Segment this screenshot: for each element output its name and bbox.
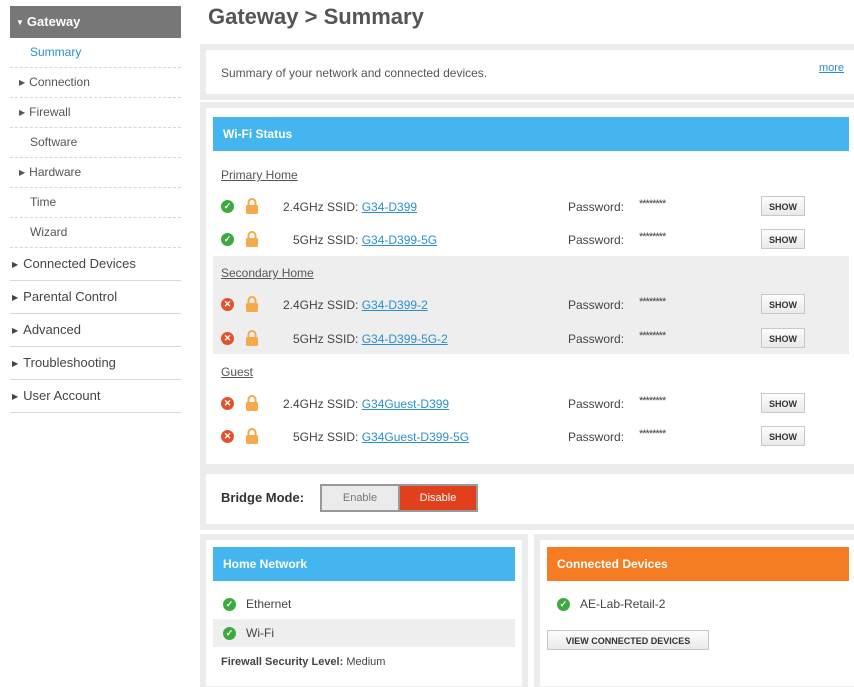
sidebar-header-label: Gateway [26,14,81,29]
wifi-row: ✕ 2.4GHz SSID: G34Guest-D399 Password: *… [221,393,841,415]
check-circle-icon: ✓ [223,627,236,640]
sidebar-item-firewall[interactable]: ▶ Firewall [10,98,181,128]
sidebar-gateway-header[interactable]: ▼ Gateway [10,6,181,38]
password-label: Password: [568,233,625,247]
ssid-link[interactable]: G34-D399-5G [362,233,437,247]
sidebar-item-summary[interactable]: Summary [10,38,181,68]
sidebar-item-software[interactable]: Software [10,128,181,158]
lock-icon [246,296,258,312]
sidebar-item-connected-devices[interactable]: ▶ Connected Devices [10,248,181,281]
wifi-row: ✕ 5GHz SSID: G34-D399-5G-2 Password: ***… [221,328,841,350]
status-row-ethernet: ✓ Ethernet [213,590,515,618]
ssid-link[interactable]: G34-D399 [362,200,417,214]
bridge-mode-label: Bridge Mode: [221,490,305,505]
ssid-link[interactable]: G34Guest-D399 [362,397,449,411]
view-connected-devices-button[interactable]: VIEW CONNECTED DEVICES [547,630,709,650]
wifi-row: ✓ 5GHz SSID: G34-D399-5G Password: *****… [221,229,841,251]
show-password-button[interactable]: SHOW [761,196,805,216]
caret-right-icon: ▶ [12,260,19,269]
password-label: Password: [568,332,625,346]
caret-right-icon: ▶ [19,108,26,117]
lock-icon [246,330,258,346]
wifi-row: ✓ 2.4GHz SSID: G34-D399 Password: ******… [221,196,841,218]
password-value: ******** [639,231,666,243]
wifi-row: ✕ 5GHz SSID: G34Guest-D399-5G Password: … [221,426,841,448]
bridge-mode-toggle: Enable Disable [320,484,478,512]
password-value: ******** [639,296,666,308]
x-circle-icon: ✕ [221,332,234,345]
lock-icon [246,198,258,214]
wifi-row: ✕ 2.4GHz SSID: G34-D399-2 Password: ****… [221,294,841,316]
caret-right-icon: ▶ [12,293,19,302]
x-circle-icon: ✕ [221,397,234,410]
show-password-button[interactable]: SHOW [761,229,805,249]
sidebar-item-connection[interactable]: ▶ Connection [10,68,181,98]
x-circle-icon: ✕ [221,298,234,311]
summary-panel: Summary of your network and connected de… [206,50,854,94]
section-title-secondary-home: Secondary Home [221,266,314,280]
section-title-guest: Guest [221,365,254,379]
lock-icon [246,428,258,444]
status-row-wifi: ✓ Wi-Fi [213,619,515,647]
sidebar-item-wizard[interactable]: Wizard [10,218,181,248]
device-row: ✓ AE-Lab-Retail-2 [547,590,849,618]
check-circle-icon: ✓ [557,598,570,611]
summary-text: Summary of your network and connected de… [221,66,488,80]
password-value: ******** [639,198,666,210]
ssid-link[interactable]: G34-D399-5G-2 [362,332,448,346]
check-circle-icon: ✓ [221,200,234,213]
bridge-disable-button[interactable]: Disable [400,486,476,510]
show-password-button[interactable]: SHOW [761,393,805,413]
caret-right-icon: ▶ [19,78,26,87]
password-value: ******** [639,428,666,440]
firewall-level-value: Medium [346,656,386,668]
caret-down-icon: ▼ [16,18,24,27]
password-label: Password: [568,397,625,411]
password-label: Password: [568,430,625,444]
show-password-button[interactable]: SHOW [761,426,805,446]
lock-icon [246,231,258,247]
sidebar-item-advanced[interactable]: ▶ Advanced [10,314,181,347]
sidebar-item-time[interactable]: Time [10,188,181,218]
lock-icon [246,395,258,411]
caret-right-icon: ▶ [12,359,19,368]
show-password-button[interactable]: SHOW [761,328,805,348]
page-title: Gateway > Summary [208,4,424,29]
section-title-primary-home: Primary Home [221,168,298,182]
ssid-link[interactable]: G34Guest-D399-5G [362,430,469,444]
check-circle-icon: ✓ [221,233,234,246]
check-circle-icon: ✓ [223,598,236,611]
ssid-link[interactable]: G34-D399-2 [362,298,428,312]
home-network-panel: Home Network ✓ Ethernet ✓ Wi-Fi Firewall… [206,540,522,686]
show-password-button[interactable]: SHOW [761,294,805,314]
password-value: ******** [639,330,666,342]
wifi-status-header: Wi-Fi Status [213,117,849,151]
password-label: Password: [568,298,625,312]
password-value: ******** [639,395,666,407]
sidebar-item-troubleshooting[interactable]: ▶ Troubleshooting [10,347,181,380]
bridge-mode-panel: Bridge Mode: Enable Disable [206,474,854,524]
firewall-security-level: Firewall Security Level: Medium [221,656,386,668]
more-link[interactable]: more [819,62,844,74]
sidebar: ▼ Gateway Summary ▶ Connection ▶ Firewall S… [10,6,181,413]
caret-right-icon: ▶ [19,168,26,177]
sidebar-item-user-account[interactable]: ▶ User Account [10,380,181,413]
connected-devices-header: Connected Devices [547,547,849,581]
home-network-header: Home Network [213,547,515,581]
sidebar-item-hardware[interactable]: ▶ Hardware [10,158,181,188]
password-label: Password: [568,200,625,214]
caret-right-icon: ▶ [12,326,19,335]
sidebar-item-parental-control[interactable]: ▶ Parental Control [10,281,181,314]
connected-devices-panel: Connected Devices ✓ AE-Lab-Retail-2 VIEW… [540,540,854,686]
wifi-status-panel: Wi-Fi Status Primary Home ✓ 2.4GHz SSID:… [206,108,854,464]
x-circle-icon: ✕ [221,430,234,443]
bridge-enable-button[interactable]: Enable [322,486,398,510]
caret-right-icon: ▶ [12,392,19,401]
